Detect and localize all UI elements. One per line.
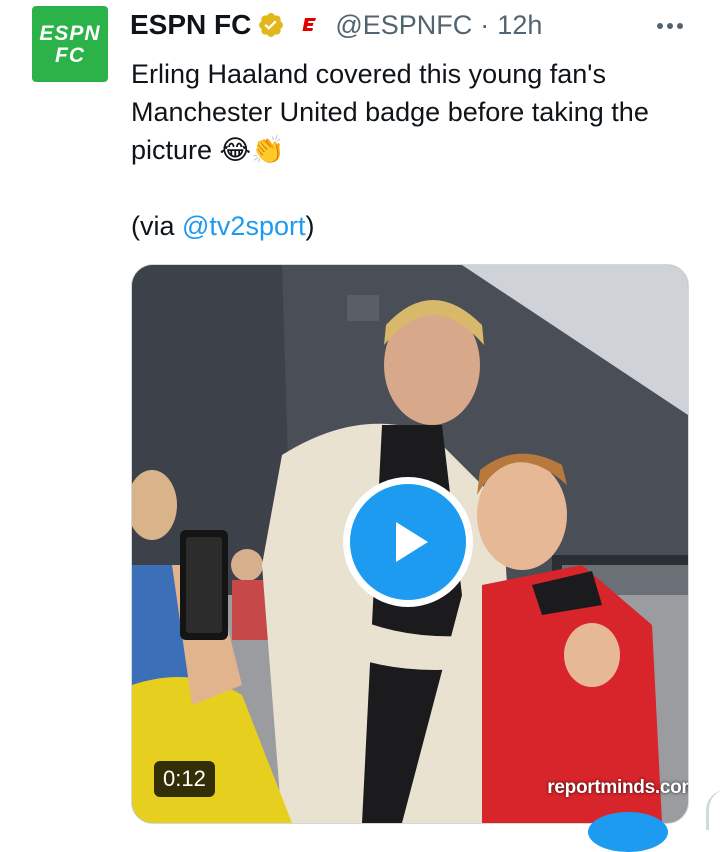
via-mention-link[interactable]: @tv2sport [182, 211, 305, 241]
more-options-icon[interactable] [652, 12, 688, 40]
tweet-via-line: (via @tv2sport) [131, 207, 706, 245]
tweet-header: ESPN FC @ESPNFC · 12h [130, 8, 542, 42]
video-duration-badge: 0:12 [154, 761, 215, 797]
video-player[interactable]: 0:12 reportminds.com [131, 264, 689, 824]
avatar-text-espn: ESPN [39, 21, 101, 45]
play-button[interactable] [343, 477, 473, 607]
profile-avatar[interactable]: ESPN FC [32, 6, 108, 82]
separator-dot: · [480, 9, 490, 40]
play-icon[interactable] [350, 484, 466, 600]
via-suffix: ) [305, 211, 315, 241]
media-divider [706, 790, 720, 830]
author-name[interactable]: ESPN FC [130, 9, 251, 41]
avatar-text-fc: FC [55, 43, 85, 67]
tweet-text: Erling Haaland covered this young fan's … [131, 55, 706, 245]
author-handle[interactable]: @ESPNFC [335, 10, 472, 41]
video-watermark: reportminds.com [547, 777, 689, 798]
tweet-text-body: Erling Haaland covered this young fan's … [131, 59, 649, 165]
tweet-timestamp[interactable]: 12h [497, 10, 542, 41]
verified-badge-icon[interactable] [257, 11, 285, 39]
floating-action-button[interactable] [588, 812, 668, 852]
espn-affiliate-icon[interactable] [299, 14, 322, 36]
via-prefix: (via [131, 211, 183, 241]
